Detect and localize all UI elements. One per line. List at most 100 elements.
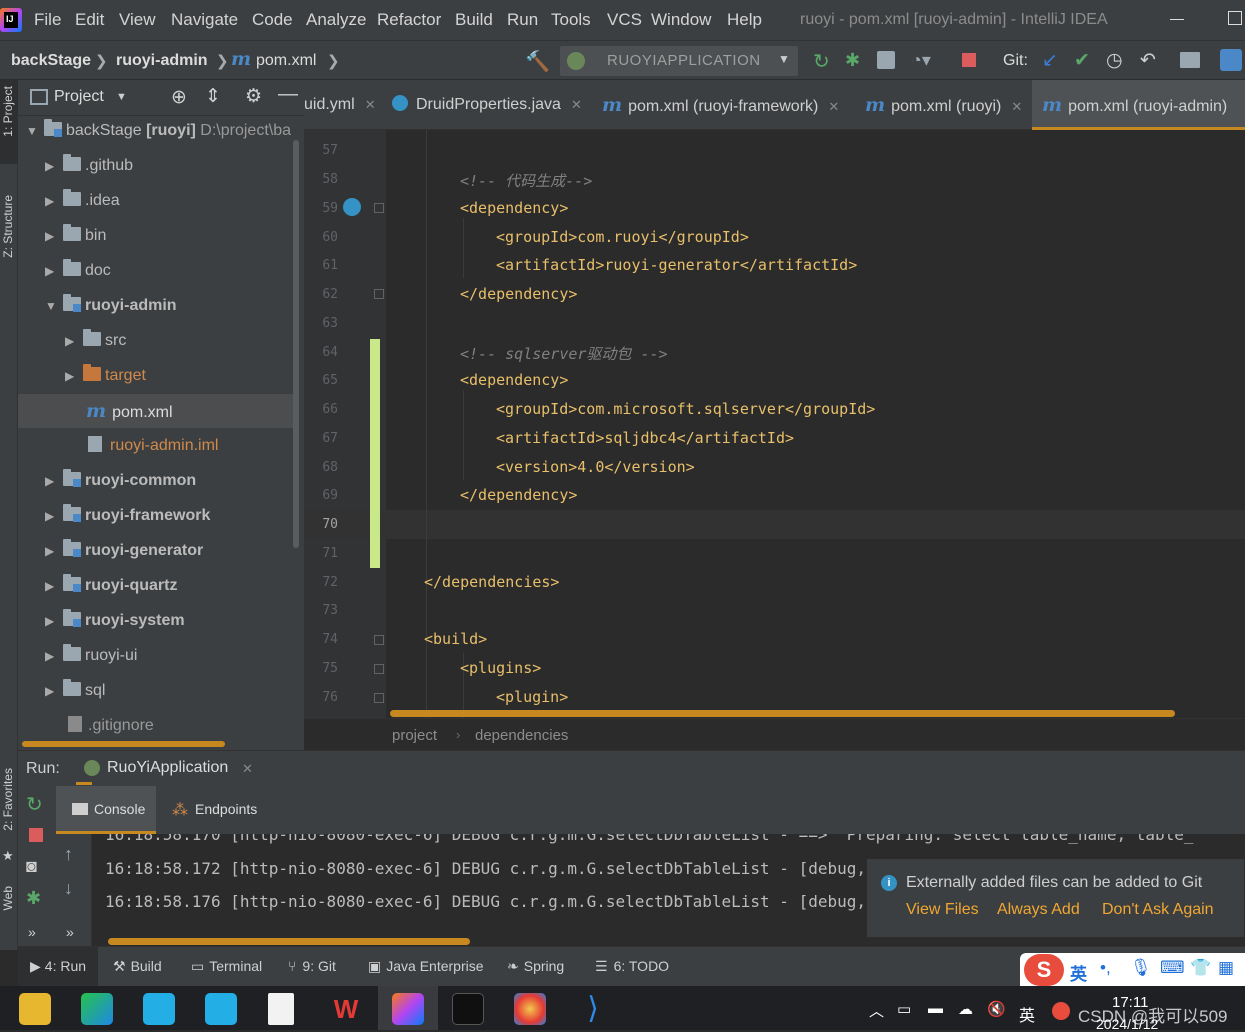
- code-editor[interactable]: <!-- 代码生成--> <dependency> <groupId>com.r…: [386, 130, 1245, 718]
- more-icon[interactable]: »: [66, 924, 74, 940]
- tab-endpoints[interactable]: ⁂ Endpoints: [168, 786, 278, 834]
- bilibili-icon[interactable]: [143, 993, 175, 1025]
- bilibili-live-icon[interactable]: [205, 993, 237, 1025]
- translate-icon[interactable]: [1220, 49, 1242, 71]
- tree-scrollbar-vertical[interactable]: [293, 140, 299, 548]
- view-files-link[interactable]: View Files: [906, 901, 979, 919]
- tree-root[interactable]: ▼ backStage [ruoyi] D:\project\ba: [26, 116, 291, 146]
- close-icon[interactable]: ✕: [242, 761, 253, 777]
- chevron-down-icon[interactable]: ▼: [116, 91, 127, 103]
- keyboard-icon[interactable]: ⌨: [1160, 958, 1185, 978]
- network-icon[interactable]: ▭: [897, 1000, 911, 1018]
- tab-pom-ruoyi-admin[interactable]: m pom.xml (ruoyi-admin): [1032, 80, 1245, 130]
- tree-item[interactable]: ▶ .idea: [45, 186, 120, 216]
- skin-icon[interactable]: 👕: [1190, 958, 1211, 978]
- vcs-change-marker[interactable]: [370, 339, 380, 568]
- menu-help[interactable]: Help: [727, 10, 762, 30]
- menu-vcs[interactable]: VCS: [607, 10, 642, 30]
- debug-icon[interactable]: ✱: [845, 50, 860, 71]
- rollback-icon[interactable]: ↶: [1140, 49, 1156, 72]
- tool-window-build[interactable]: ⚒ Build: [113, 958, 162, 975]
- tree-item[interactable]: ▶ doc: [45, 256, 111, 286]
- fold-icon[interactable]: [374, 635, 384, 645]
- close-icon[interactable]: ✕: [828, 99, 839, 114]
- menu-build[interactable]: Build: [455, 10, 493, 30]
- tree-item[interactable]: ▶ ruoyi-quartz: [45, 571, 177, 601]
- camera-icon[interactable]: ◙: [26, 856, 37, 877]
- tool-window-todo[interactable]: ☰ 6: TODO: [595, 958, 669, 975]
- go-to-module-icon[interactable]: [343, 198, 361, 216]
- project-panel-title[interactable]: Project: [54, 88, 104, 106]
- close-icon[interactable]: ✕: [365, 97, 376, 112]
- close-icon[interactable]: ✕: [1011, 99, 1022, 114]
- sogou-logo-icon[interactable]: S: [1024, 954, 1064, 986]
- git-update-icon[interactable]: ↙: [1042, 49, 1058, 72]
- microphone-icon[interactable]: 🎙: [1130, 958, 1152, 978]
- editor-scrollbar-horizontal[interactable]: [390, 710, 1175, 717]
- tree-item[interactable]: ▶ ruoyi-framework: [45, 501, 210, 531]
- tool-tab-structure[interactable]: Z: Structure: [1, 195, 15, 258]
- scroll-up-icon[interactable]: ↑: [64, 844, 73, 865]
- tool-window-git[interactable]: ⑂ 9: Git: [288, 958, 336, 974]
- collapse-all-icon[interactable]: ⇕: [205, 85, 221, 108]
- tree-item[interactable]: ▶ target: [65, 361, 146, 391]
- tree-item[interactable]: ▶ sql: [45, 676, 105, 706]
- intellij-taskbar-icon[interactable]: [392, 993, 424, 1025]
- menu-navigate[interactable]: Navigate: [171, 10, 238, 30]
- breadcrumb-module[interactable]: ruoyi-admin: [116, 52, 208, 70]
- tool-tab-web[interactable]: Web: [1, 886, 15, 910]
- menu-view[interactable]: View: [119, 10, 156, 30]
- debug-bug-icon[interactable]: ✱: [26, 888, 41, 909]
- profiler-icon[interactable]: ◔▾: [911, 50, 931, 71]
- rerun-icon[interactable]: ↻: [26, 792, 43, 817]
- tree-item[interactable]: ▶ src: [65, 326, 126, 356]
- sogou-tray-icon[interactable]: [1052, 1002, 1070, 1020]
- tree-scrollbar-horizontal[interactable]: [22, 741, 225, 747]
- menu-window[interactable]: Window: [651, 10, 711, 30]
- minimize-button[interactable]: [1170, 19, 1184, 20]
- tool-tab-favorites[interactable]: 2: Favorites: [1, 768, 15, 831]
- ime-lang-toggle[interactable]: 英: [1070, 960, 1087, 985]
- menu-analyze[interactable]: Analyze: [306, 10, 366, 30]
- tree-item-selected[interactable]: m pom.xml: [86, 396, 173, 426]
- menu-file[interactable]: File: [34, 10, 61, 30]
- build-hammer-icon[interactable]: 🔨: [525, 49, 550, 74]
- tab-pom-framework[interactable]: m pom.xml (ruoyi-framework) ✕: [602, 80, 839, 130]
- tab-console[interactable]: Console: [56, 786, 156, 834]
- run-config-selector[interactable]: RUOYIAPPLICATION ▼: [560, 46, 798, 76]
- console-scrollbar-horizontal[interactable]: [108, 938, 470, 945]
- fold-icon[interactable]: [374, 693, 384, 703]
- document-icon[interactable]: [268, 993, 294, 1025]
- menu-refactor[interactable]: Refactor: [377, 10, 441, 30]
- menu-edit[interactable]: Edit: [75, 10, 104, 30]
- project-structure-icon[interactable]: [1180, 52, 1200, 68]
- vscode-icon[interactable]: ⟩: [577, 993, 609, 1025]
- tab-yml[interactable]: uid.yml ✕: [304, 80, 376, 130]
- cloud-icon[interactable]: ☁: [958, 1000, 973, 1018]
- menu-tools[interactable]: Tools: [551, 10, 591, 30]
- tray-ime-lang[interactable]: 英: [1019, 1002, 1035, 1026]
- tab-druid-properties[interactable]: DruidProperties.java ✕: [392, 80, 582, 130]
- git-commit-icon[interactable]: ✔: [1074, 49, 1090, 72]
- wps-icon[interactable]: W: [330, 993, 362, 1025]
- gear-icon[interactable]: ⚙: [245, 85, 262, 108]
- terminal-taskbar-icon[interactable]: [452, 993, 484, 1025]
- maximize-button[interactable]: [1228, 11, 1242, 25]
- tree-item[interactable]: .gitignore: [68, 711, 154, 741]
- history-icon[interactable]: ◷: [1106, 49, 1123, 72]
- stop-icon[interactable]: [962, 53, 976, 67]
- file-explorer-icon[interactable]: [19, 993, 51, 1025]
- breadcrumb-project[interactable]: backStage: [11, 52, 91, 70]
- tree-item[interactable]: ▶ ruoyi-ui: [45, 641, 137, 671]
- rerun-icon[interactable]: ↻: [813, 49, 830, 74]
- tool-window-spring[interactable]: ❧ Spring: [507, 958, 564, 975]
- tool-tab-project[interactable]: 1: Project: [1, 86, 15, 137]
- hide-panel-icon[interactable]: —: [278, 83, 298, 106]
- more-icon[interactable]: »: [28, 924, 36, 940]
- breadcrumb-file[interactable]: pom.xml: [256, 52, 316, 70]
- tree-item[interactable]: ▶ ruoyi-system: [45, 606, 185, 636]
- coverage-icon[interactable]: [877, 51, 895, 69]
- punctuation-icon[interactable]: •,: [1100, 958, 1111, 978]
- fold-icon[interactable]: [374, 203, 384, 213]
- tool-window-terminal[interactable]: ▭ Terminal: [191, 958, 262, 975]
